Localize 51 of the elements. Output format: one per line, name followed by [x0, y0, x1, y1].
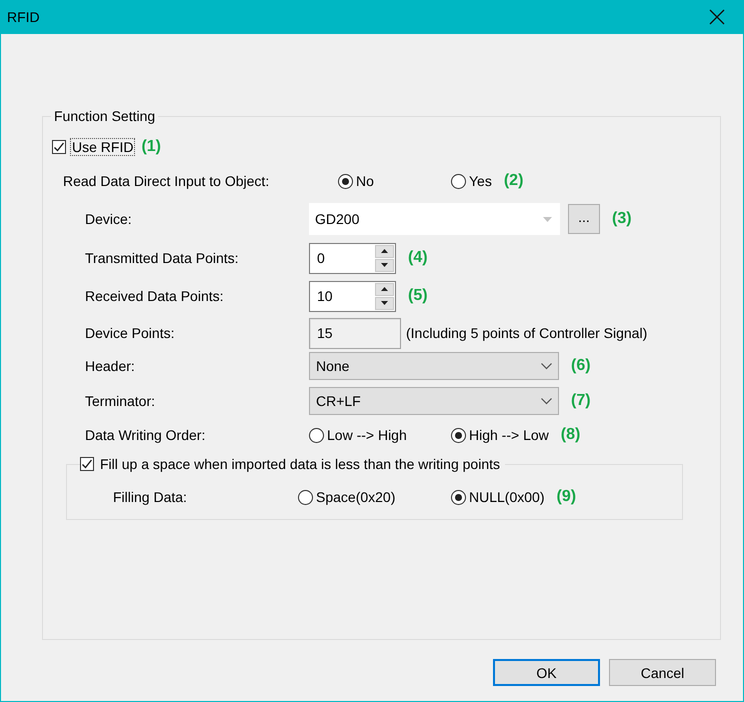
callout-number: (8): [560, 426, 580, 444]
spin-field[interactable]: 0: [309, 242, 396, 274]
spin-field[interactable]: 10: [309, 280, 396, 312]
chevron-down-icon: [541, 362, 552, 370]
radio-option[interactable]: Yes: [451, 173, 492, 189]
down-arrow-icon: [381, 301, 388, 305]
dialog-button[interactable]: Cancel: [609, 659, 716, 686]
field-label: Transmitted Data Points:: [85, 250, 240, 266]
field-label: Received Data Points:: [85, 288, 225, 304]
field-label: Header:: [85, 358, 136, 374]
spin-down-button[interactable]: [375, 296, 394, 310]
note-text: (Including 5 points of Controller Signal): [406, 325, 648, 341]
caret-icon: [543, 216, 552, 222]
browse-button[interactable]: ...: [568, 204, 600, 234]
close-icon[interactable]: [709, 9, 725, 25]
field-label: Read Data Direct Input to Object:: [63, 173, 270, 189]
checkbox[interactable]: [80, 457, 94, 471]
callout-number: (1): [141, 138, 162, 156]
callout-number: (4): [408, 249, 428, 267]
callout-number: (5): [408, 287, 428, 305]
radio-option[interactable]: No: [338, 173, 451, 189]
callout-number: (3): [612, 210, 632, 228]
device-combo-box[interactable]: GD200: [309, 203, 560, 235]
dropdown[interactable]: None: [309, 352, 559, 380]
callout-number: (2): [504, 172, 524, 190]
checkbox[interactable]: [52, 140, 66, 154]
field-label: Device:: [85, 211, 133, 227]
chevron-down-icon: [541, 398, 552, 404]
fill-up-checkbox[interactable]: Fill up a space when imported data is less than the writing points: [80, 455, 502, 473]
radio-option[interactable]: Space(0x20): [298, 489, 451, 505]
up-arrow-icon: [381, 287, 388, 291]
up-arrow-icon: [381, 249, 388, 253]
field-label: Device Points:: [85, 325, 176, 341]
field-label: Data Writing Order:: [85, 427, 206, 443]
spin-up-button[interactable]: [375, 282, 394, 296]
window-title: RFID: [7, 9, 40, 25]
radio-option[interactable]: NULL(0x00): [451, 489, 544, 505]
group-title: Function Setting: [54, 108, 156, 124]
spin-up-button[interactable]: [375, 244, 394, 258]
callout-number: (7): [571, 392, 591, 410]
dialog-button[interactable]: OK: [493, 659, 600, 686]
radio-option[interactable]: Low --> High: [309, 427, 451, 443]
spin-down-button[interactable]: [375, 258, 394, 272]
dropdown[interactable]: CR+LF: [309, 387, 559, 415]
callout-number: (9): [556, 488, 576, 506]
down-arrow-icon: [381, 263, 388, 267]
radio-option[interactable]: High --> Low: [451, 427, 549, 443]
field-label: Filling Data:: [113, 489, 188, 505]
field-label: Terminator:: [85, 393, 156, 409]
callout-number: (6): [571, 357, 591, 375]
readonly-field: 15: [309, 318, 401, 348]
